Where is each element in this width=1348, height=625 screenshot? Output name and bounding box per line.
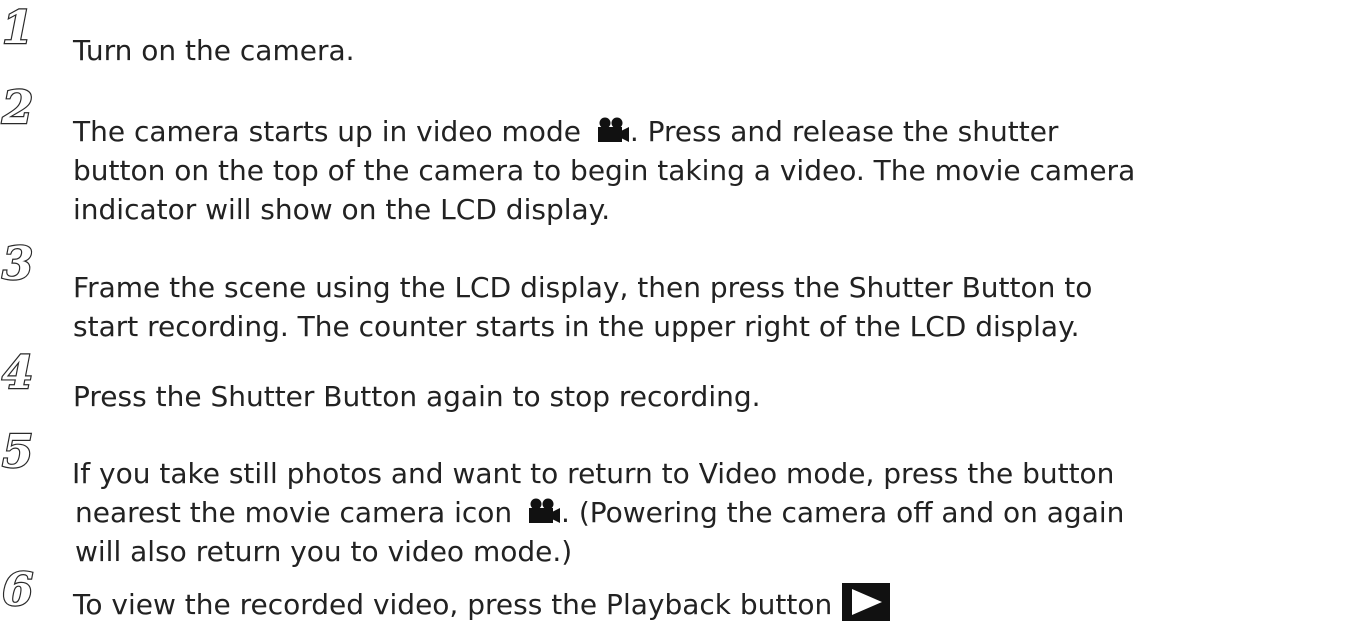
step-2-line-2: button on the top of the camera to begin… [73,154,1136,187]
step-1-text: Turn on the camera. [73,34,355,67]
step-3-text: Frame the scene using the LCD display, t… [73,268,1092,346]
step-4-icon: 4 [1,346,35,399]
step-1: 1 Turn on the camera. [0,1,1348,78]
step-3-line-1: Frame the scene using the LCD display, t… [73,271,1093,304]
step-6: 6 To view the recorded video, press the … [0,563,1348,624]
step-5-line-2: nearest the movie camera icon . (Powerin… [75,496,1125,529]
step-6-text: To view the recorded video, press the Pl… [73,576,891,624]
step-2-icon: 2 [1,81,35,134]
step-5-line-1: If you take still photos and want to ret… [72,457,1115,490]
playback-button-icon [842,583,891,621]
step-2: 2 The camera starts up in video mode . P… [0,81,1348,234]
step-5-text: If you take still photos and want to ret… [72,454,1124,571]
step-2-line-1: The camera starts up in video mode . Pre… [73,115,1059,148]
step-3-line-2: start recording. The counter starts in t… [73,310,1080,343]
step-5-icon: 5 [1,425,35,478]
step-4-text: Press the Shutter Button again to stop r… [73,380,761,413]
step-3-icon: 3 [1,237,35,290]
movie-camera-icon [597,117,629,142]
step-4: 4 Press the Shutter Button again to stop… [0,346,1348,419]
step-2-line-3: indicator will show on the LCD display. [73,193,611,226]
step-1-icon: 1 [1,1,35,54]
step-5: 5 If you take still photos and want to r… [0,425,1348,568]
step-6-icon: 6 [1,563,35,616]
step-3: 3 Frame the scene using the LCD display,… [0,237,1348,343]
step-2-text: The camera starts up in video mode . Pre… [73,112,1135,229]
movie-camera-icon [529,498,561,523]
